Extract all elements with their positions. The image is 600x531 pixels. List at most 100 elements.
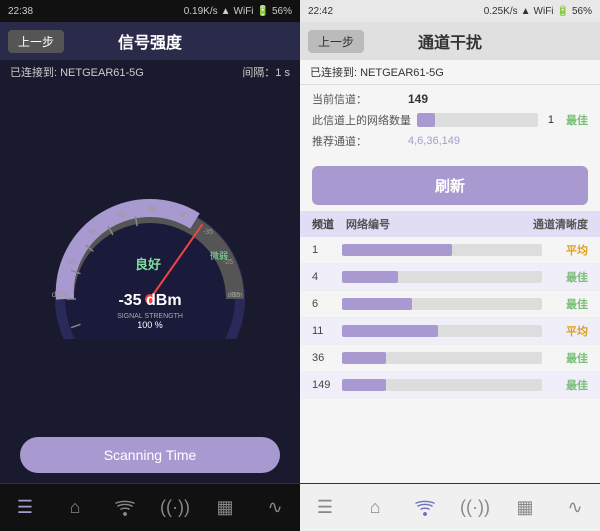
refresh-button-wrap: 刷新 <box>300 160 600 211</box>
row-clarity-4: 最佳 <box>548 350 588 366</box>
recommended-value: 4,6,36,149 <box>408 135 460 147</box>
row-clarity-2: 最佳 <box>548 296 588 312</box>
row-bar-fill-2 <box>342 298 412 310</box>
table-row: 149 最佳 <box>300 372 600 399</box>
svg-text:SIGNAL STRENGTH: SIGNAL STRENGTH <box>117 313 183 320</box>
svg-text:-85: -85 <box>87 229 97 236</box>
th-clarity: 通道清晰度 <box>508 216 588 232</box>
left-sub-header: 已连接到: NETGEAR61-5G 间隔：1 s <box>0 60 300 84</box>
row-bar-fill-5 <box>342 379 386 391</box>
nav-wave[interactable]: ∿ <box>250 484 300 531</box>
right-status-left: 22:42 <box>308 6 333 17</box>
row-bar-wrap-3 <box>342 325 542 337</box>
row-network-3 <box>342 325 548 337</box>
table-header: 频道 网络编号 通道清晰度 <box>300 211 600 237</box>
right-speed: 0.25K/s <box>484 6 518 17</box>
battery-icon: 🔋 <box>257 6 269 17</box>
svg-text:-35: -35 <box>203 229 213 236</box>
left-time: 22:38 <box>8 6 33 17</box>
svg-text:dBm: dBm <box>52 290 69 299</box>
scan-button-container: Scanning Time <box>0 429 300 483</box>
gauge-wrap: dBm -95 -85 -75 -65 -50 -35 -25 -15 dBm … <box>40 179 260 339</box>
table-row: 36 最佳 <box>300 345 600 372</box>
svg-text:微弱: 微弱 <box>210 250 228 261</box>
right-nav-home[interactable]: ⌂ <box>350 484 400 531</box>
right-nav-menu[interactable]: ☰ <box>300 484 350 531</box>
right-connected-text: 已连接到: NETGEAR61-5G <box>310 64 444 80</box>
left-panel: 22:38 0.19K/s ▲ WiFi 🔋 56% 上一步 信号强度 已连接到… <box>0 0 300 531</box>
row-network-4 <box>342 352 548 364</box>
networks-label: 此信道上的网络数量 <box>312 112 411 128</box>
right-battery-icon: 🔋 <box>557 6 569 17</box>
row-channel-2: 6 <box>312 298 342 310</box>
right-nav-wifi[interactable] <box>400 484 450 531</box>
row-network-1 <box>342 271 548 283</box>
gauge-svg: dBm -95 -85 -75 -65 -50 -35 -25 -15 dBm … <box>40 179 260 339</box>
right-time: 22:42 <box>308 6 333 17</box>
svg-text:-35 dBm: -35 dBm <box>118 292 181 309</box>
current-channel-row: 当前信道： 149 <box>312 91 588 107</box>
row-bar-wrap-0 <box>342 244 542 256</box>
recommended-channel-row: 推荐通道： 4,6,36,149 <box>312 133 588 149</box>
right-status-right: 0.25K/s ▲ WiFi 🔋 56% <box>484 6 592 17</box>
table-row: 11 平均 <box>300 318 600 345</box>
left-speed: 0.19K/s <box>184 6 218 17</box>
nav-chart[interactable]: ▦ <box>200 484 250 531</box>
row-network-0 <box>342 244 548 256</box>
row-bar-wrap-4 <box>342 352 542 364</box>
right-nav-wave[interactable]: ∿ <box>550 484 600 531</box>
right-nav-signal[interactable]: ((·)) <box>450 484 500 531</box>
svg-text:-95: -95 <box>67 259 77 266</box>
row-clarity-5: 最佳 <box>548 377 588 393</box>
svg-text:-75: -75 <box>115 212 125 219</box>
nav-home[interactable]: ⌂ <box>50 484 100 531</box>
left-status-right: 0.19K/s ▲ WiFi 🔋 56% <box>184 6 292 17</box>
right-sub-header: 已连接到: NETGEAR61-5G <box>300 60 600 85</box>
networks-count-row: 此信道上的网络数量 1 最佳 <box>312 112 588 128</box>
left-title: 信号强度 <box>118 29 182 53</box>
row-bar-wrap-5 <box>342 379 542 391</box>
row-bar-fill-1 <box>342 271 398 283</box>
right-back-button[interactable]: 上一步 <box>308 30 364 53</box>
table-row: 4 最佳 <box>300 264 600 291</box>
right-bottom-nav: ☰ ⌂ ((·)) ▦ ∿ <box>300 483 600 531</box>
networks-value: 1 <box>548 114 554 126</box>
right-status-bar: 22:42 0.25K/s ▲ WiFi 🔋 56% <box>300 0 600 22</box>
row-clarity-0: 平均 <box>548 242 588 258</box>
left-connected-text: 已连接到: NETGEAR61-5G <box>10 64 144 80</box>
networks-quality: 最佳 <box>566 112 588 128</box>
svg-text:良好: 良好 <box>135 257 161 272</box>
right-wifi-icon: WiFi <box>534 6 554 17</box>
row-bar-fill-0 <box>342 244 452 256</box>
nav-wifi[interactable] <box>100 484 150 531</box>
row-channel-3: 11 <box>312 325 342 337</box>
refresh-button[interactable]: 刷新 <box>312 166 588 205</box>
networks-bar-fill <box>417 113 435 127</box>
scan-time-button[interactable]: Scanning Time <box>20 437 280 473</box>
row-bar-wrap-2 <box>342 298 542 310</box>
signal-icon: ▲ <box>221 6 231 17</box>
row-bar-wrap-1 <box>342 271 542 283</box>
current-channel-value: 149 <box>408 92 428 106</box>
right-battery: 56% <box>572 6 592 17</box>
svg-text:-65: -65 <box>147 206 157 213</box>
svg-text:100 %: 100 % <box>137 320 163 330</box>
left-header: 上一步 信号强度 <box>0 22 300 60</box>
gauge-container: dBm -95 -85 -75 -65 -50 -35 -25 -15 dBm … <box>0 84 300 429</box>
row-bar-fill-3 <box>342 325 438 337</box>
nav-signal[interactable]: ((·)) <box>150 484 200 531</box>
nav-menu[interactable]: ☰ <box>0 484 50 531</box>
svg-text:dBm: dBm <box>228 292 243 299</box>
left-bottom-nav: ☰ ⌂ ((·)) ▦ ∿ <box>0 483 300 531</box>
row-clarity-1: 最佳 <box>548 269 588 285</box>
left-back-button[interactable]: 上一步 <box>8 30 64 53</box>
svg-text:-50: -50 <box>178 212 188 219</box>
row-channel-1: 4 <box>312 271 342 283</box>
left-interval-text: 间隔：1 s <box>242 64 290 80</box>
left-battery: 56% <box>272 6 292 17</box>
row-network-5 <box>342 379 548 391</box>
channel-info-section: 当前信道： 149 此信道上的网络数量 1 最佳 推荐通道： 4,6,36,14… <box>300 85 600 160</box>
right-title: 通道干扰 <box>418 29 482 53</box>
right-header: 上一步 通道干扰 <box>300 22 600 60</box>
right-nav-chart[interactable]: ▦ <box>500 484 550 531</box>
